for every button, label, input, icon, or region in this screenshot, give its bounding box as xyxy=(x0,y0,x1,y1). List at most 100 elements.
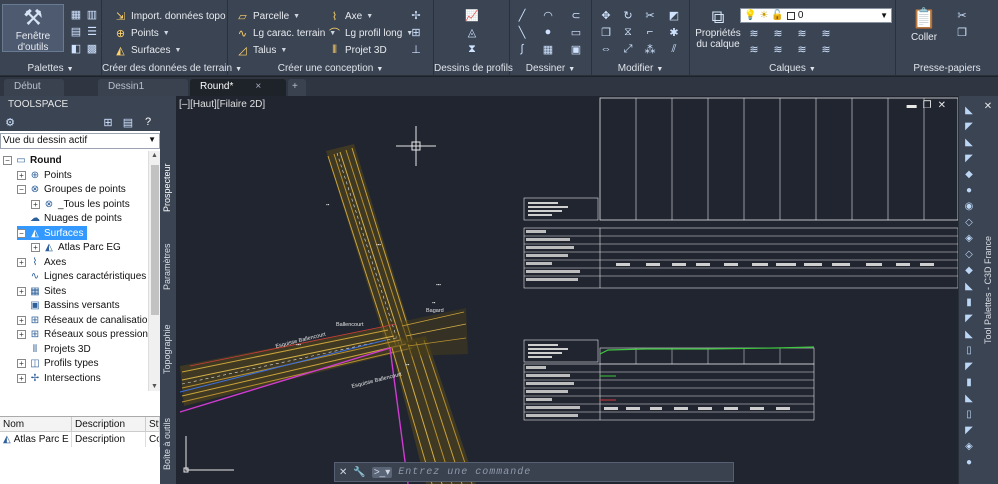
palette-tool-21[interactable]: ◤ xyxy=(962,424,976,437)
layer-tool-4[interactable]: ≋ xyxy=(818,26,834,40)
cut-button[interactable]: ✂ xyxy=(954,8,970,22)
tree-item-sites[interactable]: + ▦ Sites xyxy=(17,284,66,298)
palette-tool-19[interactable]: ◣ xyxy=(962,392,976,405)
restore-icon[interactable]: ❐ xyxy=(923,100,932,111)
panel-title-palettes[interactable]: Palettes ▼ xyxy=(0,63,101,74)
circle-button[interactable]: ● xyxy=(540,25,556,39)
lg-profil-long-button[interactable]: ⌒ Lg profil long ▼ xyxy=(328,25,413,41)
palette-btn-3[interactable]: ▤ xyxy=(68,24,84,38)
proprietes-calque-button[interactable]: ⧉ Propriétés du calque xyxy=(694,6,742,54)
palette-tool-23[interactable]: ● xyxy=(962,456,976,469)
close-icon[interactable]: ✕ xyxy=(339,467,347,478)
erase-button[interactable]: ◩ xyxy=(666,8,682,22)
palette-tool-10[interactable]: ◇ xyxy=(962,248,976,261)
wrench-icon[interactable]: 🔧 xyxy=(353,467,365,478)
layer-select[interactable]: 💡 ☀ 🔓 0 ▼ xyxy=(740,8,892,23)
coller-button[interactable]: 📋 Coller xyxy=(902,6,946,52)
palette-btn-2[interactable]: ▥ xyxy=(84,7,100,21)
viewport-controls-label[interactable]: [–][Haut][Filaire 2D] xyxy=(179,99,265,110)
assembly-button[interactable]: ⊞ xyxy=(408,25,424,39)
layer-tool-5[interactable]: ≋ xyxy=(746,42,762,56)
tree-item-round[interactable]: − ▭ Round xyxy=(3,153,62,167)
hatch-button[interactable]: ▦ xyxy=(540,42,556,56)
copy-clip-button[interactable]: ❐ xyxy=(954,25,970,39)
palette-tool-1[interactable]: ◣ xyxy=(962,104,976,117)
tab-round[interactable]: Round* × xyxy=(190,79,286,96)
tree-item-profils-types[interactable]: + ◫ Profils types xyxy=(17,356,98,370)
palette-btn-6[interactable]: ▩ xyxy=(84,41,100,55)
offset-button[interactable]: ⫽ xyxy=(666,42,682,56)
tree-item-axes[interactable]: + ⌇ Axes xyxy=(17,255,66,269)
section-view-button[interactable]: ◬ xyxy=(464,25,480,39)
layer-tool-2[interactable]: ≋ xyxy=(770,26,786,40)
fenetre-outils-button[interactable]: ⚒ Fenêtre d'outils xyxy=(2,4,64,53)
move-button[interactable]: ✥ xyxy=(598,8,614,22)
drawing-viewport[interactable]: ▪▪ ▪▪▪ ▪▪ ▪▪▪ ▪▪ ▪▪▪ Esquisse Ballencourt Es… xyxy=(176,96,958,484)
tree-item-projets-3d[interactable]: ⫴ Projets 3D xyxy=(17,342,91,356)
palette-tool-18[interactable]: ▮ xyxy=(962,376,976,389)
spline-button[interactable]: ∫ xyxy=(514,42,530,56)
lg-carac-terrain-button[interactable]: ∿ Lg carac. terrain ▼ xyxy=(236,25,336,41)
col-nom[interactable]: Nom xyxy=(0,417,72,432)
layer-tool-8[interactable]: ≋ xyxy=(818,42,834,56)
tree-item-nuages-points[interactable]: ☁ Nuages de points xyxy=(17,211,122,225)
minimize-icon[interactable]: ▬ xyxy=(907,100,917,111)
tab-debut[interactable]: Début xyxy=(4,79,64,96)
palette-tool-22[interactable]: ◈ xyxy=(962,440,976,453)
scroll-thumb[interactable] xyxy=(151,165,159,315)
tree-item-surfaces[interactable]: − ◭ Surfaces xyxy=(17,226,88,240)
tab-dessin1[interactable]: Dessin1 xyxy=(98,79,188,96)
stretch-button[interactable]: ⇔ xyxy=(598,42,614,56)
palette-tool-20[interactable]: ▯ xyxy=(962,408,976,421)
intersection-button[interactable]: ✢ xyxy=(408,8,424,22)
tree-item-lignes-carac[interactable]: ∿ Lignes caractéristiques ... xyxy=(17,269,148,283)
palette-tool-9[interactable]: ◈ xyxy=(962,232,976,245)
palette-tool-17[interactable]: ◤ xyxy=(962,360,976,373)
help-icon[interactable]: ? xyxy=(140,115,156,129)
trim-button[interactable]: ✂ xyxy=(642,8,658,22)
col-description[interactable]: Description xyxy=(72,417,146,432)
panel-title-calques[interactable]: Calques ▼ xyxy=(690,63,895,74)
rectangle-button[interactable]: ▭ xyxy=(568,25,584,39)
view-select[interactable]: Vue du dessin actif ▼ xyxy=(0,133,160,149)
close-tab-icon[interactable]: × xyxy=(255,81,261,92)
talus-button[interactable]: ◿ Talus ▼ xyxy=(236,42,287,58)
tree-item-atlas-parc[interactable]: + ◭ Atlas Parc EG xyxy=(31,240,121,254)
construction-button[interactable]: ╲ xyxy=(514,25,530,39)
pipe-button[interactable]: ⊥ xyxy=(408,42,424,56)
col-style[interactable]: Sty xyxy=(146,417,160,432)
command-input[interactable]: Entrez une commande xyxy=(398,467,531,478)
rotate-button[interactable]: ↻ xyxy=(620,8,636,22)
layer-tool-3[interactable]: ≋ xyxy=(794,26,810,40)
palette-tool-16[interactable]: ▯ xyxy=(962,344,976,357)
layer-tool-6[interactable]: ≋ xyxy=(770,42,786,56)
tree-item-tous-points[interactable]: + ⊗ _Tous les points xyxy=(31,197,130,211)
tab-boite-outils[interactable]: Boîte à outils xyxy=(162,390,174,470)
array-button[interactable]: ⁂ xyxy=(642,42,658,56)
scroll-up-icon[interactable]: ▲ xyxy=(151,152,158,159)
palette-btn-1[interactable]: ▦ xyxy=(68,7,84,21)
panel-title-modifier[interactable]: Modifier ▼ xyxy=(592,63,689,74)
surfaces-button[interactable]: ◭ Surfaces ▼ xyxy=(114,42,181,58)
tree-scrollbar[interactable]: ▲ ▼ xyxy=(148,151,160,391)
panel-title-terrain[interactable]: Créer des données de terrain ▼ xyxy=(102,63,242,74)
tree-item-bassins[interactable]: ▣ Bassins versants xyxy=(17,298,119,312)
palette-tool-3[interactable]: ◣ xyxy=(962,136,976,149)
tab-parametres[interactable]: Paramètres xyxy=(162,220,174,290)
explode-button[interactable]: ✱ xyxy=(666,25,682,39)
panel-title-conception[interactable]: Créer une conception ▼ xyxy=(228,63,433,74)
tree-item-points[interactable]: + ⊕ Points xyxy=(17,168,72,182)
import-topo-button[interactable]: ⇲ Import. données topo xyxy=(114,8,226,24)
command-prompt-icon[interactable]: >_▾ xyxy=(371,466,393,478)
layer-tool-7[interactable]: ≋ xyxy=(794,42,810,56)
arc-button[interactable]: ◠ xyxy=(540,8,556,22)
ts-view-icon[interactable]: ▤ xyxy=(120,115,136,129)
parcelle-button[interactable]: ▱ Parcelle ▼ xyxy=(236,8,300,24)
palette-tool-11[interactable]: ◆ xyxy=(962,264,976,277)
palette-tool-12[interactable]: ◣ xyxy=(962,280,976,293)
palette-btn-4[interactable]: ☰ xyxy=(84,24,100,38)
palette-tool-4[interactable]: ◤ xyxy=(962,152,976,165)
tab-prospecteur[interactable]: Prospecteur xyxy=(162,132,174,212)
polyline-button[interactable]: ⊂ xyxy=(568,8,584,22)
palette-tool-6[interactable]: ● xyxy=(962,184,976,197)
